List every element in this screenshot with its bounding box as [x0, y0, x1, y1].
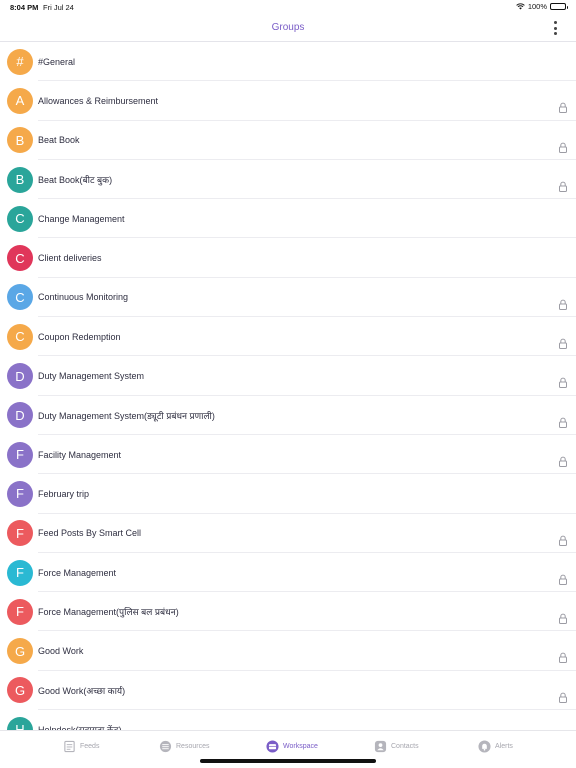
group-name: Facility Management — [38, 449, 122, 460]
contacts-icon — [374, 740, 387, 752]
lock-icon — [559, 613, 567, 625]
group-name: February trip — [38, 488, 90, 499]
tab-alerts[interactable]: Alerts — [478, 739, 513, 753]
group-name: Duty Management System — [38, 371, 145, 382]
group-name: Client deliveries — [38, 253, 102, 264]
workspace-icon — [266, 739, 279, 753]
group-row[interactable]: F Force Management — [0, 553, 576, 593]
group-avatar: F — [7, 480, 33, 507]
group-avatar: B — [7, 166, 33, 193]
group-avatar: # — [7, 48, 33, 75]
battery-percent: 100% — [527, 2, 547, 11]
group-avatar: F — [7, 559, 33, 586]
lock-icon — [559, 142, 567, 153]
group-avatar: G — [7, 638, 33, 665]
tab-workspace[interactable]: Workspace — [266, 739, 318, 753]
lock-icon — [559, 417, 567, 428]
group-name: Continuous Monitoring — [38, 292, 129, 303]
lock-icon — [559, 456, 567, 467]
lock-icon — [559, 574, 567, 585]
group-name: Beat Book — [38, 135, 80, 146]
tab-bar: Feeds Resources Workspace Contacts Alert… — [0, 730, 576, 768]
group-name: Force Management(पुलिस बल प्रबंधन) — [38, 607, 179, 618]
group-avatar: H — [7, 716, 33, 730]
status-bar: 8:04 PM Fri Jul 24 100% — [0, 0, 576, 14]
page-title: Groups — [271, 22, 305, 33]
tab-workspace-label: Workspace — [283, 742, 318, 750]
group-name: Change Management — [38, 213, 125, 224]
group-avatar: F — [7, 441, 33, 468]
group-avatar: D — [7, 402, 33, 429]
group-row[interactable]: D Duty Management System(ड्यूटी प्रबंधन प… — [0, 396, 576, 436]
wifi-icon — [516, 3, 525, 10]
group-avatar: D — [7, 363, 33, 390]
lock-icon — [559, 535, 567, 546]
group-name: Helpdesk(सहायता केंद्र) — [38, 723, 122, 730]
tab-feeds[interactable]: Feeds — [63, 739, 99, 753]
group-row[interactable]: B Beat Book(बीट बुक) — [0, 160, 576, 200]
tab-resources[interactable]: Resources — [159, 739, 209, 753]
group-name: Good Work — [38, 646, 84, 657]
group-avatar: B — [7, 127, 33, 154]
group-avatar: C — [7, 245, 33, 272]
group-list[interactable]: # #General A Allowances & Reimbursement B Bea… — [0, 42, 576, 730]
nav-bar: Groups — [0, 14, 576, 42]
group-row[interactable]: C Change Management — [0, 199, 576, 239]
lock-icon — [559, 338, 567, 350]
group-name: Duty Management System(ड्यूटी प्रबंधन प्… — [38, 410, 215, 421]
group-row[interactable]: F Facility Management — [0, 435, 576, 475]
lock-icon — [559, 181, 567, 192]
group-row[interactable]: F Force Management(पुलिस बल प्रबंधन) — [0, 592, 576, 632]
group-avatar: G — [7, 677, 33, 704]
lock-icon — [559, 653, 567, 664]
tab-alerts-label: Alerts — [495, 742, 513, 750]
group-row[interactable]: B Beat Book — [0, 121, 576, 161]
group-row[interactable]: G Good Work — [0, 631, 576, 672]
status-time: 8:04 PM — [10, 3, 39, 12]
group-name: Force Management — [38, 567, 117, 578]
tab-contacts-label: Contacts — [391, 742, 419, 750]
status-date: Fri Jul 24 — [43, 3, 74, 12]
group-name: Feed Posts By Smart Cell — [38, 528, 142, 539]
group-avatar: C — [7, 323, 33, 350]
group-row[interactable]: D Duty Management System — [0, 356, 576, 396]
group-avatar: F — [7, 598, 33, 625]
feeds-icon — [64, 740, 75, 752]
group-row[interactable]: F February trip — [0, 474, 576, 514]
tab-feeds-label: Feeds — [80, 742, 100, 750]
lock-icon — [559, 377, 567, 389]
group-row[interactable]: C Coupon Redemption — [0, 317, 576, 357]
status-right: 100% — [516, 2, 568, 11]
tab-contacts[interactable]: Contacts — [374, 739, 419, 753]
group-row[interactable]: G Good Work(अच्छा कार्य) — [0, 671, 576, 711]
group-row[interactable]: C Continuous Monitoring — [0, 278, 576, 318]
group-name: Beat Book(बीट बुक) — [38, 175, 113, 186]
tab-resources-label: Resources — [176, 742, 210, 750]
group-name: Coupon Redemption — [38, 331, 121, 342]
group-avatar: F — [7, 520, 33, 547]
bell-icon — [478, 739, 491, 753]
group-avatar: A — [7, 87, 33, 114]
group-name: #General — [38, 56, 76, 67]
more-options-button[interactable] — [550, 21, 560, 35]
group-name: Good Work(अच्छा कार्य) — [38, 685, 126, 696]
group-row[interactable]: F Feed Posts By Smart Cell — [0, 514, 576, 554]
group-avatar: C — [7, 205, 33, 232]
group-row[interactable]: A Allowances & Reimbursement — [0, 81, 576, 121]
group-avatar: C — [7, 284, 33, 311]
group-row[interactable]: H Helpdesk(सहायता केंद्र) — [0, 710, 576, 730]
battery-icon — [550, 3, 568, 10]
home-indicator — [200, 759, 376, 763]
group-row[interactable]: C Client deliveries — [0, 238, 576, 279]
lock-icon — [559, 692, 567, 703]
resources-icon — [159, 740, 172, 752]
more-vertical-icon — [553, 21, 557, 24]
group-name: Allowances & Reimbursement — [38, 95, 159, 106]
group-row[interactable]: # #General — [0, 42, 576, 82]
lock-icon — [559, 102, 567, 114]
lock-icon — [559, 299, 567, 310]
